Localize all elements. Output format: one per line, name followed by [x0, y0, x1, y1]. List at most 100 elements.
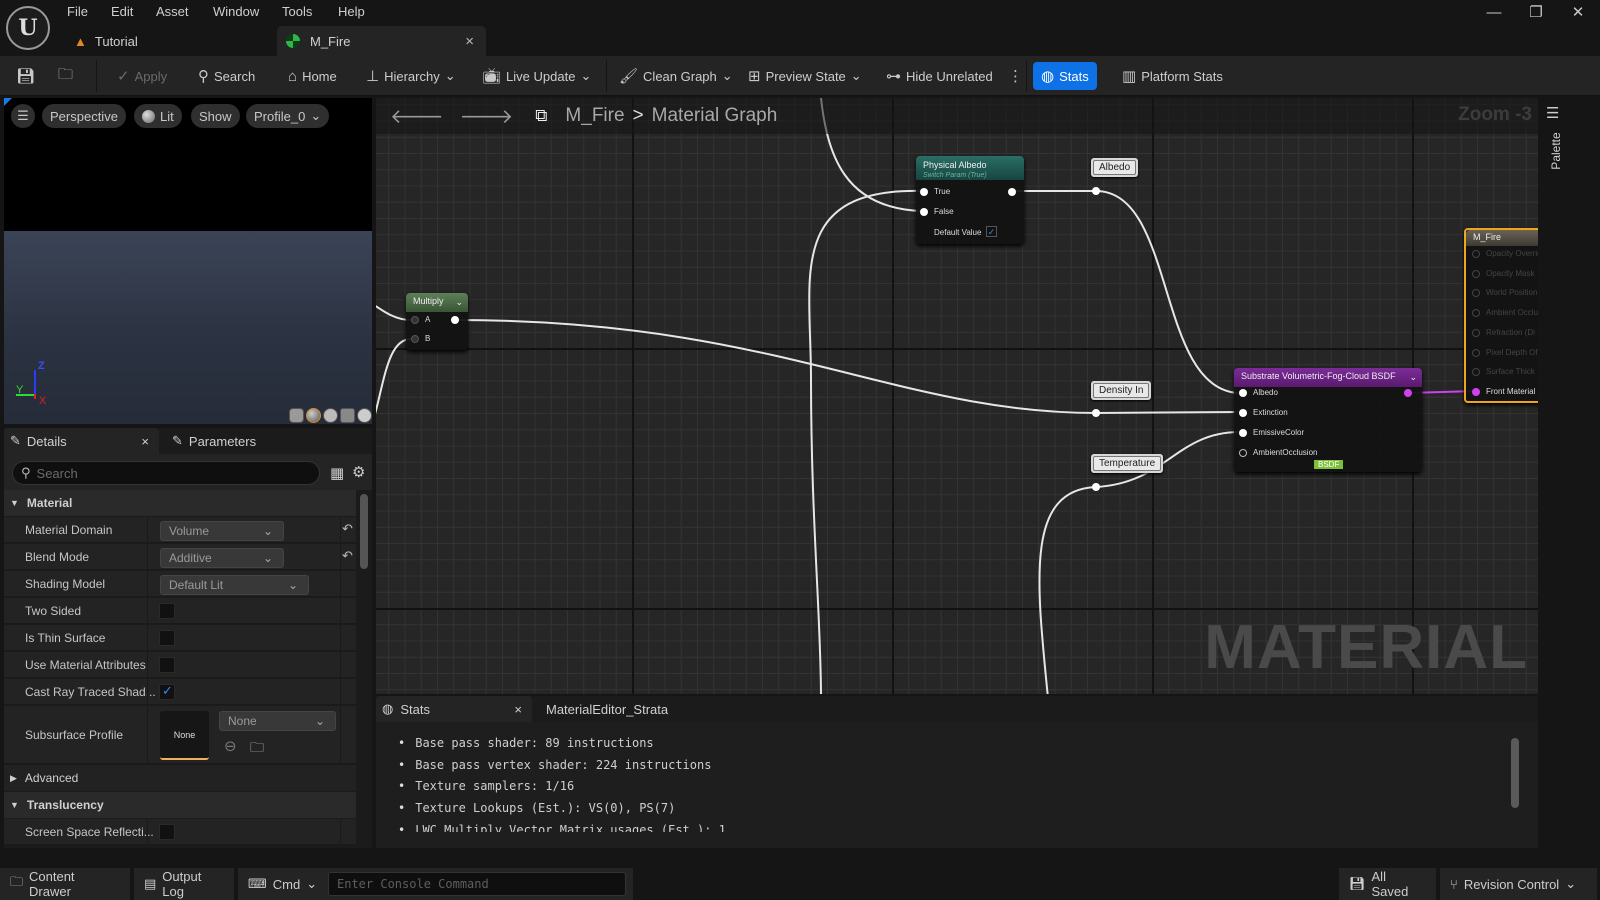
pin-output[interactable]: [1008, 188, 1016, 196]
material-graph[interactable]: 🡐 🡒 ⧉ M_Fire > Material Graph Zoom -3 Ph…: [376, 98, 1538, 694]
close-icon[interactable]: ×: [465, 33, 474, 50]
pin-false[interactable]: [920, 208, 928, 216]
revision-control-button[interactable]: ⑂ Revision Control ⌄: [1440, 868, 1597, 900]
pin-output[interactable]: [1404, 389, 1412, 397]
menu-edit[interactable]: Edit: [111, 4, 133, 19]
reroute-label-albedo[interactable]: Albedo: [1091, 158, 1139, 177]
category-advanced[interactable]: ▶ Advanced: [4, 765, 356, 791]
browse-asset-icon[interactable]: 🗀: [250, 737, 264, 761]
reroute-knot[interactable]: [1092, 187, 1100, 195]
pin-albedo[interactable]: [1239, 389, 1247, 397]
apply-button[interactable]: ✓ Apply: [117, 56, 167, 96]
pin-output[interactable]: [451, 316, 459, 324]
tab-m-fire[interactable]: M_Fire ×: [277, 26, 486, 56]
output-pin[interactable]: [1472, 309, 1480, 318]
search-button[interactable]: ⚲ Search: [198, 56, 255, 96]
output-pin[interactable]: [1472, 368, 1480, 377]
more-options-button[interactable]: ⋮: [1008, 56, 1023, 96]
content-drawer-button[interactable]: 🗀 Content Drawer: [0, 868, 130, 900]
tab-parameters[interactable]: ✎ Parameters: [172, 428, 256, 454]
profile-button[interactable]: Profile_0 ⌄: [246, 104, 330, 128]
console-input[interactable]: Enter Console Command: [328, 872, 626, 896]
reset-to-default-icon[interactable]: ↶: [342, 548, 353, 564]
output-pin[interactable]: [1472, 250, 1480, 258]
browse-button[interactable]: 🗀: [58, 56, 73, 96]
stats-scrollbar[interactable]: [1511, 738, 1519, 808]
hierarchy-button[interactable]: ⊥ Hierarchy ⌄: [366, 56, 456, 96]
material-domain-dropdown[interactable]: Volume ⌄: [160, 521, 284, 541]
node-physical-albedo[interactable]: Physical Albedo Switch Param (True) True…: [916, 156, 1024, 244]
menu-tools[interactable]: Tools: [282, 4, 312, 19]
palette-tab[interactable]: Palette: [1549, 131, 1563, 171]
forward-arrow-icon[interactable]: 🡒: [460, 104, 514, 129]
output-pin[interactable]: [1472, 269, 1480, 278]
subsurface-thumbnail[interactable]: None: [160, 711, 209, 760]
stats-button[interactable]: ◍ Stats: [1033, 62, 1097, 90]
is-thin-surface-checkbox[interactable]: [159, 630, 175, 646]
output-pin[interactable]: [1472, 387, 1480, 396]
tab-details[interactable]: ✎ Details ×: [4, 428, 159, 454]
reroute-knot[interactable]: [1092, 409, 1100, 417]
category-material[interactable]: ▼ Material: [4, 490, 356, 516]
cmd-dropdown[interactable]: Cmd: [273, 877, 300, 892]
reset-to-default-icon[interactable]: ↶: [342, 521, 353, 537]
subsurface-profile-dropdown[interactable]: None ⌄: [219, 711, 336, 731]
unreal-logo[interactable]: U: [6, 6, 50, 50]
plane-preview-button[interactable]: [323, 408, 338, 423]
menu-window[interactable]: Window: [213, 4, 259, 19]
details-search-input[interactable]: ⚲ Search: [12, 461, 320, 485]
clean-graph-button[interactable]: 🖌︎ Clean Graph ⌄: [619, 56, 733, 96]
minimize-button[interactable]: —: [1479, 2, 1509, 24]
viewport-menu-button[interactable]: ☰: [11, 104, 35, 128]
custom-mesh-preview-button[interactable]: [357, 408, 372, 423]
shading-model-dropdown[interactable]: Default Lit ⌄: [160, 575, 309, 595]
palette-list-icon[interactable]: ☰: [1546, 104, 1559, 122]
menu-asset[interactable]: Asset: [156, 4, 189, 19]
node-substrate-bsdf[interactable]: Substrate Volumetric-Fog-Cloud BSDF ⌄ Alb…: [1234, 368, 1422, 472]
menu-help[interactable]: Help: [338, 4, 365, 19]
use-selected-icon[interactable]: ⊖: [224, 737, 237, 755]
cube-preview-button[interactable]: [340, 408, 355, 423]
tab-stats[interactable]: ◍ Stats ×: [376, 696, 532, 722]
menu-file[interactable]: File: [67, 4, 88, 19]
pin-emissive-color[interactable]: [1239, 429, 1247, 437]
details-scrollbar[interactable]: [360, 494, 368, 569]
perspective-button[interactable]: Perspective: [42, 104, 126, 128]
close-icon[interactable]: ×: [514, 702, 522, 717]
close-icon[interactable]: ×: [141, 434, 149, 449]
home-button[interactable]: ⌂ Home: [288, 56, 337, 96]
hide-unrelated-button[interactable]: ⊶ Hide Unrelated: [886, 56, 993, 96]
blend-mode-dropdown[interactable]: Additive ⌄: [160, 548, 284, 568]
restore-button[interactable]: ❐: [1521, 2, 1551, 24]
screen-space-reflections-checkbox[interactable]: [159, 824, 175, 840]
table-view-icon[interactable]: ▦: [330, 464, 344, 482]
reroute-label-density[interactable]: Density In: [1091, 381, 1152, 400]
node-material-output[interactable]: M_Fire Opacity Override Opacity Mask World…: [1464, 228, 1538, 403]
category-translucency[interactable]: ▼ Translucency: [4, 792, 356, 818]
graph-hierarchy-icon[interactable]: ⧉: [535, 106, 547, 126]
output-log-button[interactable]: ▤ Output Log: [134, 868, 234, 900]
all-saved-button[interactable]: 💾︎ All Saved: [1339, 868, 1436, 900]
platform-stats-button[interactable]: ▥ Platform Stats: [1122, 56, 1223, 96]
cast-ray-traced-shadows-checkbox[interactable]: [159, 683, 175, 700]
settings-gear-icon[interactable]: ⚙: [352, 463, 365, 481]
tab-material-editor-strata[interactable]: MaterialEditor_Strata: [546, 696, 668, 722]
lit-button[interactable]: Lit: [134, 104, 182, 128]
tab-tutorial[interactable]: ▲ Tutorial: [70, 26, 270, 56]
preview-state-button[interactable]: ⊞ Preview State ⌄: [748, 56, 862, 96]
breadcrumb-root[interactable]: M_Fire: [565, 105, 624, 127]
show-button[interactable]: Show: [191, 104, 240, 128]
save-button[interactable]: 💾︎: [16, 56, 35, 96]
pin-ambient-occlusion[interactable]: [1239, 449, 1247, 457]
reroute-label-temperature[interactable]: Temperature: [1091, 454, 1164, 473]
sphere-preview-button[interactable]: [306, 408, 321, 423]
back-arrow-icon[interactable]: 🡐: [390, 104, 444, 129]
close-window-button[interactable]: ✕: [1563, 2, 1593, 24]
cylinder-preview-button[interactable]: [289, 408, 304, 423]
pin-a[interactable]: [411, 316, 419, 324]
pin-b[interactable]: [411, 335, 419, 343]
default-value-checkbox[interactable]: ✓: [986, 226, 997, 237]
use-material-attributes-checkbox[interactable]: [159, 657, 175, 673]
reroute-knot[interactable]: [1092, 483, 1100, 491]
output-pin[interactable]: [1472, 348, 1480, 357]
